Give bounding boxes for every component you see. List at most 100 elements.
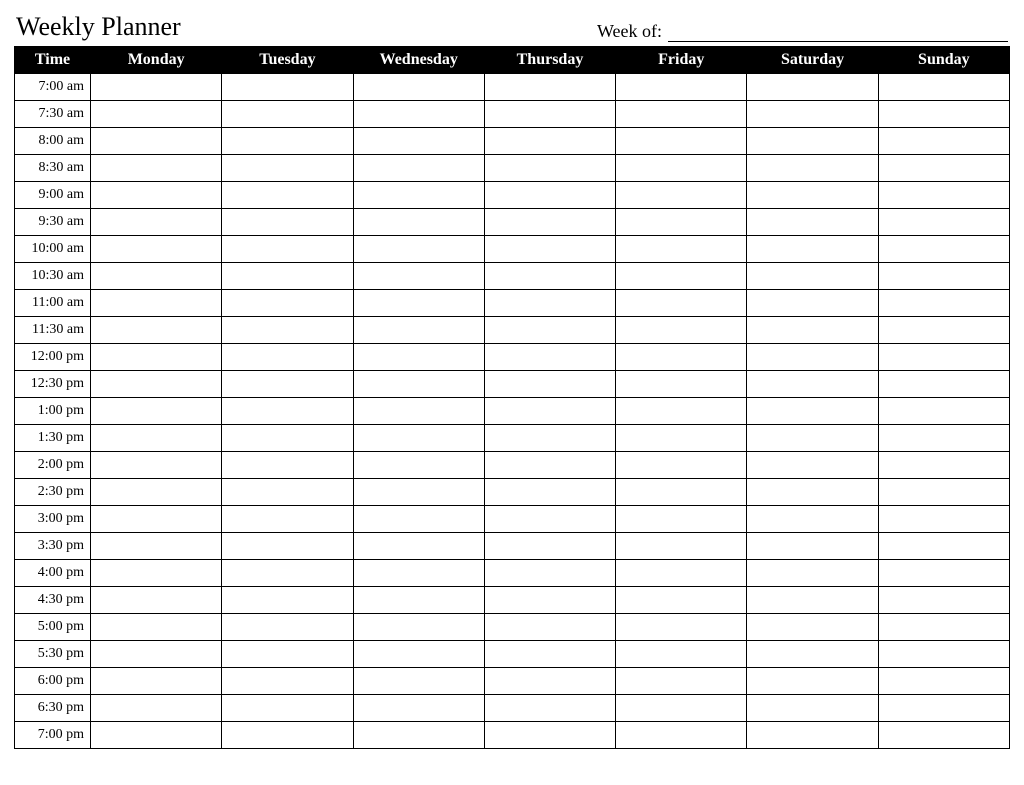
planner-cell[interactable] bbox=[222, 398, 353, 425]
planner-cell[interactable] bbox=[484, 695, 615, 722]
planner-cell[interactable] bbox=[353, 425, 484, 452]
planner-cell[interactable] bbox=[616, 344, 747, 371]
planner-cell[interactable] bbox=[878, 74, 1009, 101]
planner-cell[interactable] bbox=[91, 695, 222, 722]
planner-cell[interactable] bbox=[484, 155, 615, 182]
planner-cell[interactable] bbox=[747, 479, 878, 506]
planner-cell[interactable] bbox=[222, 668, 353, 695]
planner-cell[interactable] bbox=[878, 695, 1009, 722]
planner-cell[interactable] bbox=[353, 614, 484, 641]
planner-cell[interactable] bbox=[353, 317, 484, 344]
planner-cell[interactable] bbox=[484, 614, 615, 641]
planner-cell[interactable] bbox=[484, 425, 615, 452]
planner-cell[interactable] bbox=[353, 344, 484, 371]
planner-cell[interactable] bbox=[616, 209, 747, 236]
planner-cell[interactable] bbox=[616, 614, 747, 641]
planner-cell[interactable] bbox=[747, 722, 878, 749]
planner-cell[interactable] bbox=[484, 479, 615, 506]
planner-cell[interactable] bbox=[747, 533, 878, 560]
planner-cell[interactable] bbox=[91, 425, 222, 452]
planner-cell[interactable] bbox=[484, 236, 615, 263]
planner-cell[interactable] bbox=[353, 560, 484, 587]
planner-cell[interactable] bbox=[353, 182, 484, 209]
planner-cell[interactable] bbox=[353, 236, 484, 263]
planner-cell[interactable] bbox=[91, 209, 222, 236]
planner-cell[interactable] bbox=[747, 398, 878, 425]
planner-cell[interactable] bbox=[353, 479, 484, 506]
planner-cell[interactable] bbox=[747, 371, 878, 398]
planner-cell[interactable] bbox=[91, 479, 222, 506]
planner-cell[interactable] bbox=[616, 668, 747, 695]
planner-cell[interactable] bbox=[616, 425, 747, 452]
planner-cell[interactable] bbox=[484, 668, 615, 695]
planner-cell[interactable] bbox=[878, 128, 1009, 155]
planner-cell[interactable] bbox=[222, 74, 353, 101]
planner-cell[interactable] bbox=[484, 560, 615, 587]
planner-cell[interactable] bbox=[878, 479, 1009, 506]
planner-cell[interactable] bbox=[222, 641, 353, 668]
planner-cell[interactable] bbox=[353, 101, 484, 128]
planner-cell[interactable] bbox=[747, 614, 878, 641]
planner-cell[interactable] bbox=[616, 479, 747, 506]
planner-cell[interactable] bbox=[878, 668, 1009, 695]
planner-cell[interactable] bbox=[91, 101, 222, 128]
planner-cell[interactable] bbox=[222, 479, 353, 506]
planner-cell[interactable] bbox=[484, 587, 615, 614]
planner-cell[interactable] bbox=[222, 587, 353, 614]
planner-cell[interactable] bbox=[91, 236, 222, 263]
planner-cell[interactable] bbox=[222, 128, 353, 155]
planner-cell[interactable] bbox=[353, 695, 484, 722]
planner-cell[interactable] bbox=[616, 236, 747, 263]
planner-cell[interactable] bbox=[222, 344, 353, 371]
planner-cell[interactable] bbox=[484, 290, 615, 317]
planner-cell[interactable] bbox=[353, 722, 484, 749]
planner-cell[interactable] bbox=[747, 425, 878, 452]
planner-cell[interactable] bbox=[616, 695, 747, 722]
planner-cell[interactable] bbox=[353, 263, 484, 290]
planner-cell[interactable] bbox=[222, 560, 353, 587]
planner-cell[interactable] bbox=[484, 641, 615, 668]
planner-cell[interactable] bbox=[353, 209, 484, 236]
planner-cell[interactable] bbox=[747, 695, 878, 722]
planner-cell[interactable] bbox=[878, 371, 1009, 398]
planner-cell[interactable] bbox=[484, 101, 615, 128]
planner-cell[interactable] bbox=[616, 371, 747, 398]
planner-cell[interactable] bbox=[616, 533, 747, 560]
planner-cell[interactable] bbox=[222, 209, 353, 236]
planner-cell[interactable] bbox=[616, 290, 747, 317]
planner-cell[interactable] bbox=[91, 614, 222, 641]
planner-cell[interactable] bbox=[747, 236, 878, 263]
week-of-input[interactable] bbox=[668, 19, 1008, 42]
planner-cell[interactable] bbox=[353, 587, 484, 614]
planner-cell[interactable] bbox=[222, 263, 353, 290]
planner-cell[interactable] bbox=[91, 155, 222, 182]
planner-cell[interactable] bbox=[747, 182, 878, 209]
planner-cell[interactable] bbox=[747, 290, 878, 317]
planner-cell[interactable] bbox=[222, 695, 353, 722]
planner-cell[interactable] bbox=[878, 209, 1009, 236]
planner-cell[interactable] bbox=[747, 506, 878, 533]
planner-cell[interactable] bbox=[353, 452, 484, 479]
planner-cell[interactable] bbox=[878, 452, 1009, 479]
planner-cell[interactable] bbox=[91, 587, 222, 614]
planner-cell[interactable] bbox=[878, 587, 1009, 614]
planner-cell[interactable] bbox=[878, 722, 1009, 749]
planner-cell[interactable] bbox=[353, 290, 484, 317]
planner-cell[interactable] bbox=[616, 101, 747, 128]
planner-cell[interactable] bbox=[222, 371, 353, 398]
planner-cell[interactable] bbox=[747, 263, 878, 290]
planner-cell[interactable] bbox=[484, 533, 615, 560]
planner-cell[interactable] bbox=[747, 128, 878, 155]
planner-cell[interactable] bbox=[616, 641, 747, 668]
planner-cell[interactable] bbox=[353, 155, 484, 182]
planner-cell[interactable] bbox=[484, 506, 615, 533]
planner-cell[interactable] bbox=[353, 371, 484, 398]
planner-cell[interactable] bbox=[747, 344, 878, 371]
planner-cell[interactable] bbox=[353, 506, 484, 533]
planner-cell[interactable] bbox=[878, 236, 1009, 263]
planner-cell[interactable] bbox=[878, 533, 1009, 560]
planner-cell[interactable] bbox=[91, 668, 222, 695]
planner-cell[interactable] bbox=[353, 74, 484, 101]
planner-cell[interactable] bbox=[878, 614, 1009, 641]
planner-cell[interactable] bbox=[91, 506, 222, 533]
